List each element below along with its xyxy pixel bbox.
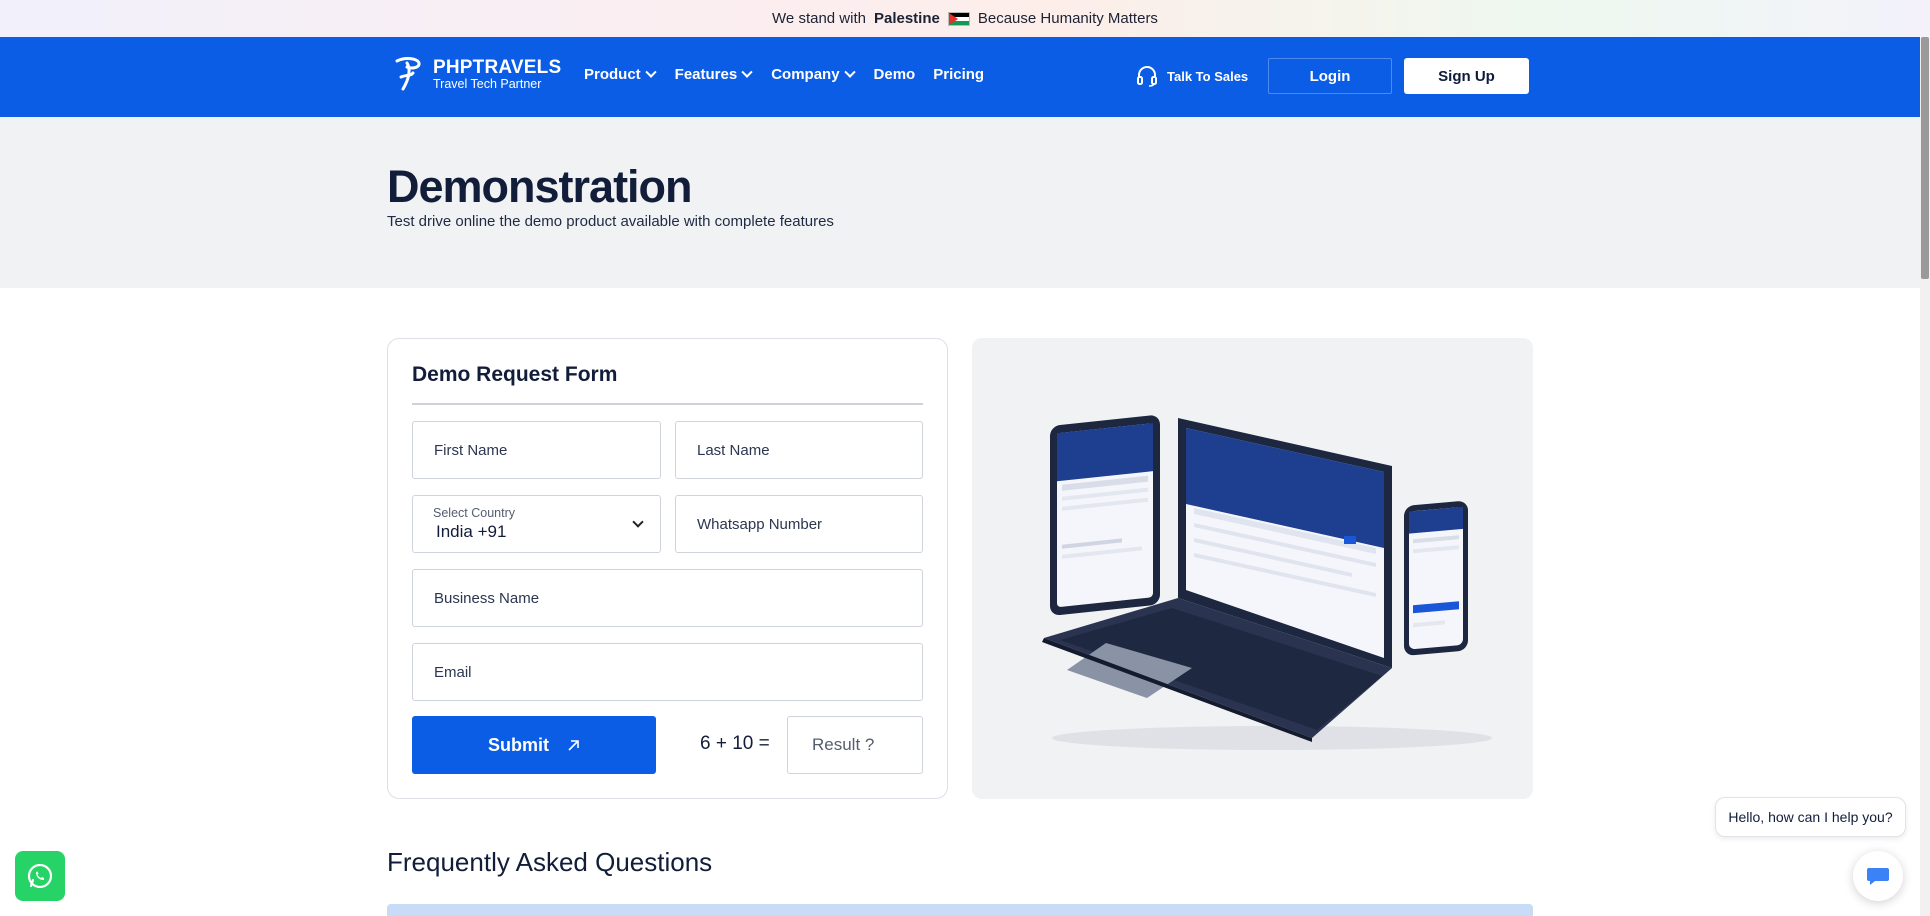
signup-button[interactable]: Sign Up bbox=[1404, 58, 1529, 94]
faq-first-item[interactable] bbox=[387, 904, 1533, 916]
submit-label: Submit bbox=[488, 734, 549, 755]
palestine-flag-icon bbox=[947, 11, 970, 26]
form-divider bbox=[412, 403, 923, 405]
submit-button[interactable]: Submit bbox=[412, 716, 656, 774]
whatsapp-icon bbox=[27, 863, 53, 889]
business-name-placeholder: Business Name bbox=[434, 589, 540, 607]
first-name-input[interactable]: First Name bbox=[412, 421, 661, 479]
page-subtitle: Test drive online the demo product avail… bbox=[387, 213, 834, 230]
email-placeholder: Email bbox=[434, 663, 472, 681]
last-name-input[interactable]: Last Name bbox=[675, 421, 923, 479]
menu-demo[interactable]: Demo bbox=[874, 66, 916, 83]
phptravels-logo-icon bbox=[395, 57, 421, 91]
country-select-label: Select Country bbox=[433, 506, 515, 520]
whatsapp-button[interactable] bbox=[15, 851, 65, 901]
chat-icon bbox=[1867, 868, 1889, 885]
menu-features[interactable]: Features bbox=[674, 66, 753, 83]
page-title: Demonstration bbox=[387, 161, 693, 212]
login-button[interactable]: Login bbox=[1268, 58, 1392, 94]
external-arrow-icon bbox=[568, 739, 579, 751]
last-name-placeholder: Last Name bbox=[697, 441, 770, 459]
menu-demo-label: Demo bbox=[873, 66, 916, 83]
page-scrollbar-thumb[interactable] bbox=[1921, 37, 1929, 279]
first-name-placeholder: First Name bbox=[434, 441, 508, 459]
chat-launcher-button[interactable] bbox=[1853, 851, 1903, 901]
demo-request-form: Demo Request Form First Name Last Name S… bbox=[387, 338, 948, 799]
announcement-bar: We stand with Palestine Because Humanity… bbox=[0, 0, 1930, 37]
chevron-down-icon bbox=[632, 516, 644, 528]
chevron-down-icon bbox=[645, 66, 657, 78]
headset-icon bbox=[1137, 66, 1157, 87]
country-select-value: India +91 bbox=[436, 522, 507, 541]
brand-title: PHPTRAVELS bbox=[433, 56, 562, 78]
whatsapp-placeholder: Whatsapp Number bbox=[697, 515, 823, 533]
announcement-prefix: We stand with bbox=[772, 10, 866, 27]
menu-pricing-label: Pricing bbox=[933, 66, 985, 83]
captcha-result-input[interactable]: Result ? bbox=[787, 716, 923, 774]
hero-section: Demonstration Test drive online the demo… bbox=[0, 117, 1920, 288]
chevron-down-icon bbox=[741, 66, 753, 78]
menu-product[interactable]: Product bbox=[584, 66, 657, 83]
menu-company-label: Company bbox=[771, 66, 840, 83]
devices-mockup-image bbox=[1042, 415, 1492, 750]
captcha-question: 6 + 10 = bbox=[700, 733, 770, 754]
form-title: Demo Request Form bbox=[412, 363, 618, 386]
faq-heading: Frequently Asked Questions bbox=[387, 847, 713, 877]
brand-logo[interactable]: PHPTRAVELS Travel Tech Partner bbox=[393, 55, 561, 93]
talk-to-sales-link[interactable]: Talk To Sales bbox=[1136, 65, 1248, 87]
announcement-suffix: Because Humanity Matters bbox=[977, 10, 1158, 27]
product-devices-illustration bbox=[972, 338, 1533, 799]
main-menu: Product Features Company Demo Pricing bbox=[584, 66, 1002, 83]
menu-pricing[interactable]: Pricing bbox=[933, 66, 984, 83]
chat-greeting-bubble[interactable]: Hello, how can I help you? bbox=[1715, 797, 1906, 837]
whatsapp-number-input[interactable]: Whatsapp Number bbox=[675, 495, 923, 553]
announcement-country: Palestine bbox=[873, 10, 940, 27]
business-name-input[interactable]: Business Name bbox=[412, 569, 923, 627]
captcha-result-placeholder: Result ? bbox=[812, 735, 875, 754]
brand-subtitle: Travel Tech Partner bbox=[433, 76, 542, 91]
menu-features-label: Features bbox=[674, 66, 738, 83]
email-input[interactable]: Email bbox=[412, 643, 923, 701]
chevron-down-icon bbox=[843, 66, 856, 78]
talk-to-sales-label: Talk To Sales bbox=[1167, 68, 1249, 84]
menu-company[interactable]: Company bbox=[771, 66, 856, 83]
country-select[interactable]: Select Country India +91 bbox=[412, 495, 661, 553]
menu-product-label: Product bbox=[584, 66, 641, 83]
main-navbar: PHPTRAVELS Travel Tech Partner Product F… bbox=[0, 37, 1920, 117]
